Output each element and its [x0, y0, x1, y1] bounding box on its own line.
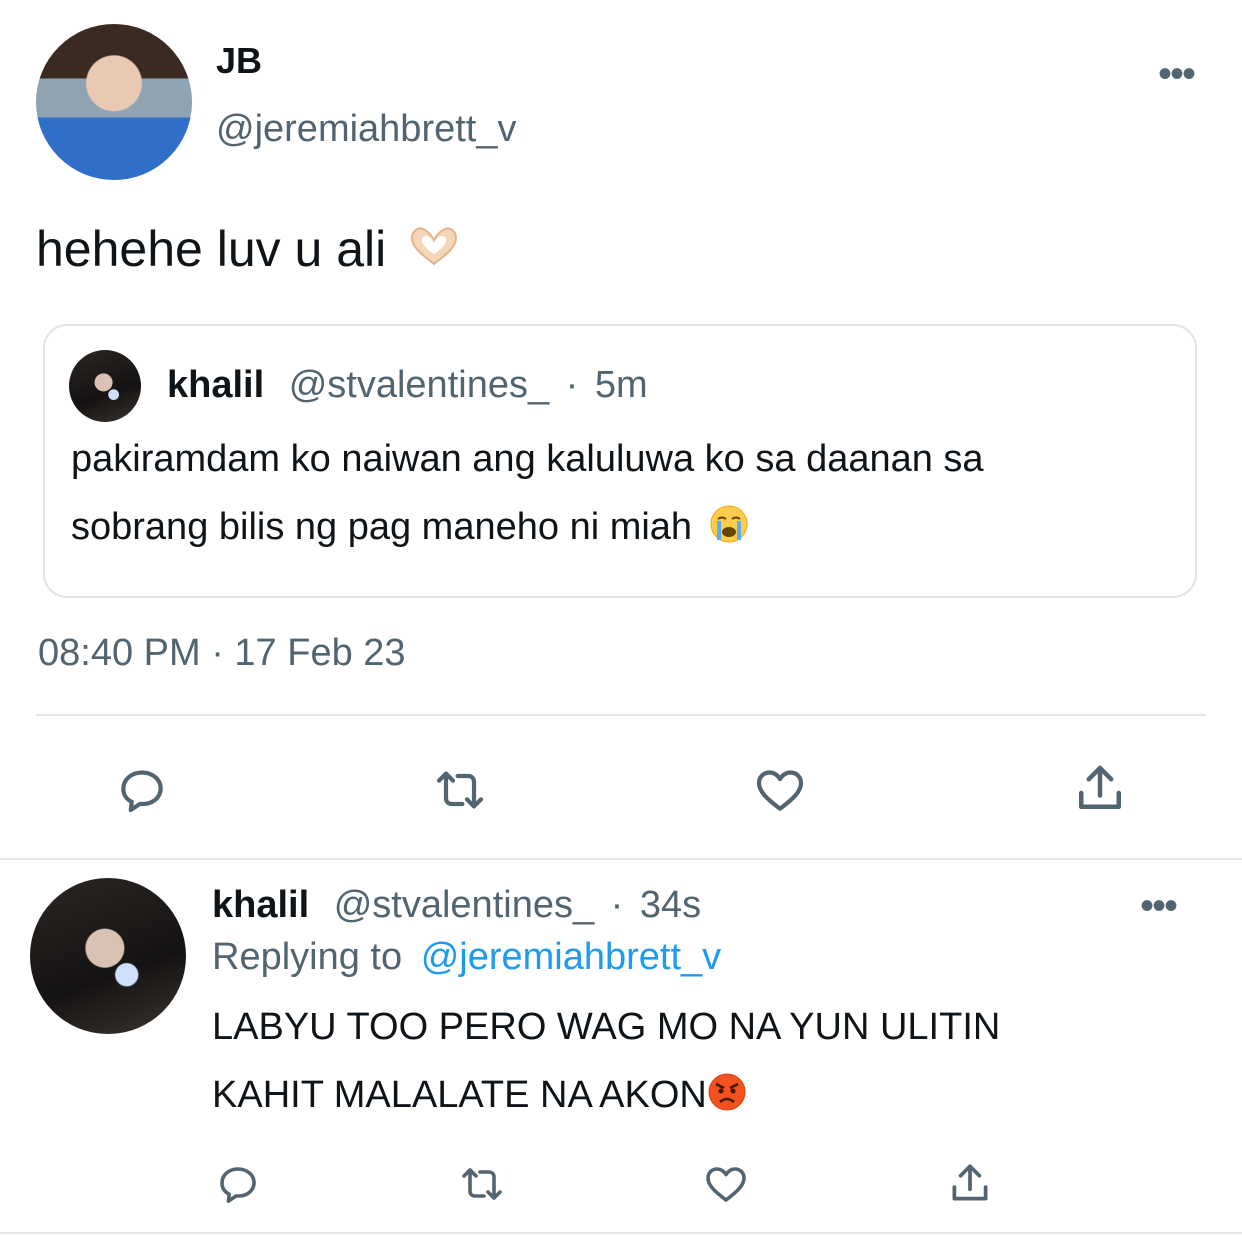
retweet-button[interactable]	[424, 760, 496, 820]
like-icon	[706, 1167, 746, 1202]
reply-author-avatar[interactable]	[30, 878, 186, 1034]
reply-author-handle[interactable]: @stvalentines_	[334, 884, 594, 926]
author-avatar[interactable]	[36, 24, 192, 180]
divider	[36, 714, 1206, 716]
reply-header: khalil @stvalentines_ · 34s	[212, 884, 701, 927]
reply-reply-button[interactable]	[212, 1158, 264, 1210]
tweet-timestamp[interactable]: 08:40 PM · 17 Feb 23	[38, 632, 406, 675]
reply-author-name[interactable]: khalil	[212, 884, 309, 926]
quoted-author-avatar[interactable]	[69, 350, 141, 422]
quoted-tweet-line-1: pakiramdam ko naiwan ang kaluluwa ko sa …	[71, 438, 984, 480]
share-icon	[952, 1164, 988, 1201]
heart-hands-icon	[406, 224, 462, 282]
quoted-author-name[interactable]: khalil	[167, 364, 264, 406]
angry-face-icon	[707, 1072, 747, 1122]
reply-age[interactable]: 34s	[640, 884, 701, 926]
reply-line-2-text: KAHIT MALALATE NA AKON	[212, 1074, 707, 1117]
share-button[interactable]	[1068, 756, 1132, 820]
reply-separator: ·	[610, 884, 624, 926]
reply-share-button[interactable]	[944, 1156, 996, 1210]
quoted-tweet-header: khalil @stvalentines_ · 5m	[167, 364, 648, 407]
quoted-age[interactable]: 5m	[595, 364, 648, 406]
reply-like-button[interactable]	[700, 1158, 752, 1210]
reply-icon	[121, 770, 163, 813]
author-name[interactable]: JB	[216, 40, 262, 82]
reply-line-1: LABYU TOO PERO WAG MO NA YUN ULITIN	[212, 1006, 1001, 1048]
author-handle[interactable]: @jeremiahbrett_v	[216, 108, 516, 151]
divider	[0, 1232, 1242, 1234]
share-icon	[1079, 765, 1121, 809]
more-icon[interactable]: •••	[1158, 54, 1196, 94]
retweet-icon	[462, 1168, 502, 1200]
reply-retweet-button[interactable]	[452, 1158, 512, 1210]
tweet-text-content: hehehe luv u ali	[36, 221, 387, 277]
more-icon[interactable]: •••	[1140, 886, 1178, 926]
reply-line-2: KAHIT MALALATE NA AKON	[212, 1072, 747, 1122]
replying-to-handle[interactable]: @jeremiahbrett_v	[421, 936, 721, 978]
tweet-text: hehehe luv u ali	[36, 220, 462, 282]
replying-to: Replying to @jeremiahbrett_v	[212, 936, 721, 979]
crying-face-icon	[709, 504, 749, 554]
reply-button[interactable]	[110, 760, 174, 820]
like-icon	[756, 770, 804, 811]
divider	[0, 858, 1242, 860]
reply-icon	[220, 1167, 256, 1203]
like-button[interactable]	[748, 760, 812, 820]
quoted-separator: ·	[565, 364, 579, 406]
retweet-icon	[436, 771, 484, 809]
quoted-tweet-line-2: sobrang bilis ng pag maneho ni miah	[71, 504, 749, 554]
quoted-tweet-line-2-text: sobrang bilis ng pag maneho ni miah	[71, 506, 693, 549]
quoted-tweet-card[interactable]: khalil @stvalentines_ · 5m pakiramdam ko…	[43, 324, 1197, 598]
quoted-author-handle[interactable]: @stvalentines_	[289, 364, 549, 406]
replying-to-label: Replying to	[212, 936, 403, 978]
